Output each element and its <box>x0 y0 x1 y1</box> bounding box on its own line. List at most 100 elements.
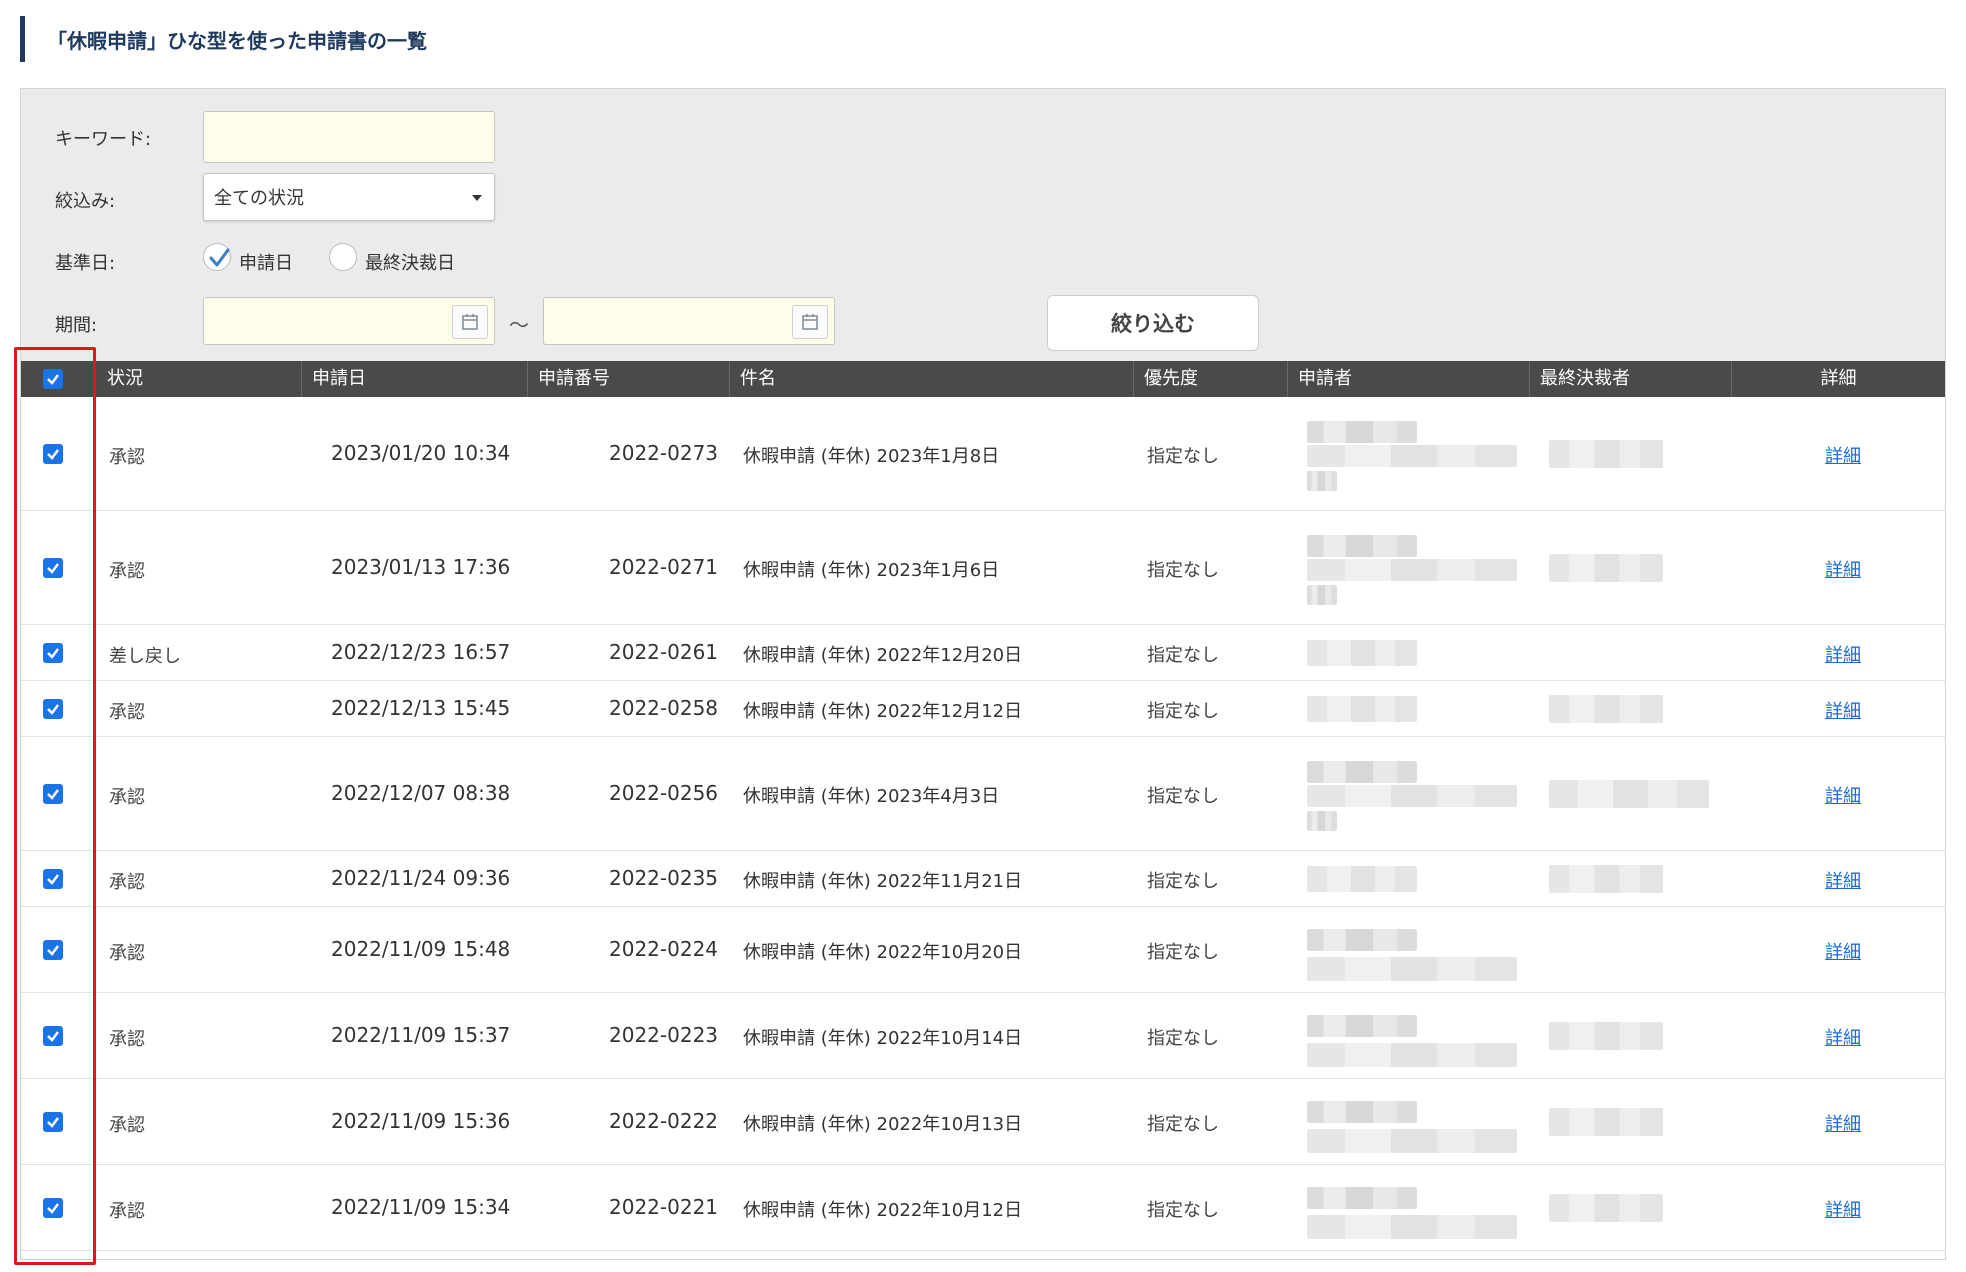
number-cell: 2022-0222 <box>609 1109 719 1133</box>
status-cell: 承認 <box>109 787 145 808</box>
radio-final-date-label: 最終決裁日 <box>365 253 455 274</box>
col-date[interactable]: 申請日 <box>301 361 527 397</box>
filter-submit-button[interactable]: 絞り込む <box>1047 295 1259 351</box>
date-cell: 2022/11/09 15:36 <box>331 1109 511 1133</box>
checkmark-icon <box>47 789 59 800</box>
number-cell: 2022-0258 <box>609 696 719 720</box>
subject-cell: 休暇申請 (年休) 2022年10月14日 <box>743 1028 1023 1049</box>
select-all-cell <box>21 361 97 397</box>
row-checkbox[interactable] <box>43 444 63 464</box>
priority-cell: 指定なし <box>1147 1200 1219 1221</box>
approver-name-blurred <box>1549 440 1663 468</box>
checkmark-icon <box>47 704 59 715</box>
priority-cell: 指定なし <box>1147 446 1219 467</box>
subject-cell: 休暇申請 (年休) 2023年1月6日 <box>743 560 1000 581</box>
col-detail[interactable]: 詳細 <box>1731 361 1945 397</box>
period-from-input[interactable] <box>203 297 495 345</box>
applicant-name-blurred <box>1307 761 1417 783</box>
approver-name-blurred <box>1549 554 1663 582</box>
number-cell: 2022-0221 <box>609 1195 719 1219</box>
table-row: 差し戻し 2022/12/23 16:57 2022-0261 休暇申請 (年休) 2… <box>21 625 1945 681</box>
row-checkbox[interactable] <box>43 784 63 804</box>
list-panel: キーワード: 絞込み: 全ての状況 基準日: 申請日 最終決裁日 期間: 〜 絞… <box>20 88 1946 1260</box>
row-checkbox[interactable] <box>43 1112 63 1132</box>
page-header: 「休暇申請」ひな型を使った申請書の一覧 <box>20 16 427 62</box>
checkmark-icon <box>47 874 59 885</box>
applicant-name-blurred <box>1307 535 1417 557</box>
calendar-button[interactable] <box>452 305 488 339</box>
row-checkbox[interactable] <box>43 940 63 960</box>
col-applicant[interactable]: 申請者 <box>1287 361 1529 397</box>
date-cell: 2023/01/13 17:36 <box>331 555 511 579</box>
applicant-name-blurred <box>1307 585 1337 605</box>
applicant-name-blurred <box>1307 471 1337 491</box>
number-cell: 2022-0256 <box>609 781 719 805</box>
approver-name-blurred <box>1549 865 1663 893</box>
radio-final-date[interactable] <box>329 243 357 271</box>
row-checkbox[interactable] <box>43 643 63 663</box>
number-cell: 2022-0273 <box>609 441 719 465</box>
col-final-approver[interactable]: 最終決裁者 <box>1529 361 1731 397</box>
date-cell: 2022/11/09 15:48 <box>331 937 511 961</box>
detail-link[interactable]: 詳細 <box>1825 697 1861 723</box>
col-priority[interactable]: 優先度 <box>1133 361 1287 397</box>
detail-link[interactable]: 詳細 <box>1825 556 1861 582</box>
detail-link[interactable]: 詳細 <box>1825 641 1861 667</box>
date-cell: 2022/11/09 15:34 <box>331 1195 511 1219</box>
col-status[interactable]: 状況 <box>97 361 245 397</box>
detail-link[interactable]: 詳細 <box>1825 782 1861 808</box>
subject-cell: 休暇申請 (年休) 2022年10月20日 <box>743 942 1023 963</box>
approver-name-blurred <box>1549 780 1709 808</box>
row-checkbox[interactable] <box>43 699 63 719</box>
number-cell: 2022-0224 <box>609 937 719 961</box>
status-cell: 承認 <box>109 1029 145 1050</box>
table-row: 承認 2022/12/13 15:45 2022-0258 休暇申請 (年休) 202… <box>21 681 1945 737</box>
applicant-name-blurred <box>1307 640 1417 666</box>
applicant-name-blurred <box>1307 421 1417 443</box>
date-cell: 2022/11/24 09:36 <box>331 866 511 890</box>
row-checkbox[interactable] <box>43 1026 63 1046</box>
detail-link[interactable]: 詳細 <box>1825 1196 1861 1222</box>
subject-cell: 休暇申請 (年休) 2022年12月12日 <box>743 701 1023 722</box>
detail-link[interactable]: 詳細 <box>1825 867 1861 893</box>
table-row: 承認 2023/01/13 17:36 2022-0271 休暇申請 (年休) 202… <box>21 511 1945 625</box>
applicant-name-blurred <box>1307 1129 1517 1153</box>
radio-apply-date[interactable] <box>203 243 231 271</box>
applicant-name-blurred <box>1307 1101 1417 1123</box>
subject-cell: 休暇申請 (年休) 2022年11月21日 <box>743 871 1023 892</box>
row-checkbox[interactable] <box>43 1198 63 1218</box>
applicant-name-blurred <box>1307 929 1417 951</box>
checkmark-icon <box>47 563 59 574</box>
keyword-input[interactable] <box>203 111 495 163</box>
period-to-input[interactable] <box>543 297 835 345</box>
subject-cell: 休暇申請 (年休) 2023年4月3日 <box>743 786 1000 807</box>
page-title: 「休暇申請」ひな型を使った申請書の一覧 <box>47 28 427 53</box>
applicant-name-blurred <box>1307 957 1517 981</box>
period-label: 期間: <box>55 315 98 336</box>
status-select-value: 全ての状況 <box>214 188 304 209</box>
priority-cell: 指定なし <box>1147 871 1219 892</box>
applicant-name-blurred <box>1307 811 1337 831</box>
status-select[interactable]: 全ての状況 <box>203 173 495 221</box>
row-checkbox[interactable] <box>43 869 63 889</box>
calendar-button[interactable] <box>792 305 828 339</box>
applicant-name-blurred <box>1307 696 1417 722</box>
col-subject[interactable]: 件名 <box>729 361 1133 397</box>
detail-link[interactable]: 詳細 <box>1825 442 1861 468</box>
approver-name-blurred <box>1549 1108 1663 1136</box>
status-cell: 承認 <box>109 943 145 964</box>
select-all-checkbox[interactable] <box>43 369 63 389</box>
detail-link[interactable]: 詳細 <box>1825 1110 1861 1136</box>
col-number[interactable]: 申請番号 <box>527 361 729 397</box>
applicant-name-blurred <box>1307 785 1517 807</box>
checkmark-icon <box>209 248 230 267</box>
checkmark-icon <box>47 648 59 659</box>
row-checkbox[interactable] <box>43 558 63 578</box>
applicant-name-blurred <box>1307 1187 1417 1209</box>
number-cell: 2022-0261 <box>609 640 719 664</box>
checkmark-icon <box>47 374 59 385</box>
approver-name-blurred <box>1549 1194 1663 1222</box>
detail-link[interactable]: 詳細 <box>1825 1024 1861 1050</box>
detail-link[interactable]: 詳細 <box>1825 938 1861 964</box>
period-separator: 〜 <box>509 313 529 337</box>
